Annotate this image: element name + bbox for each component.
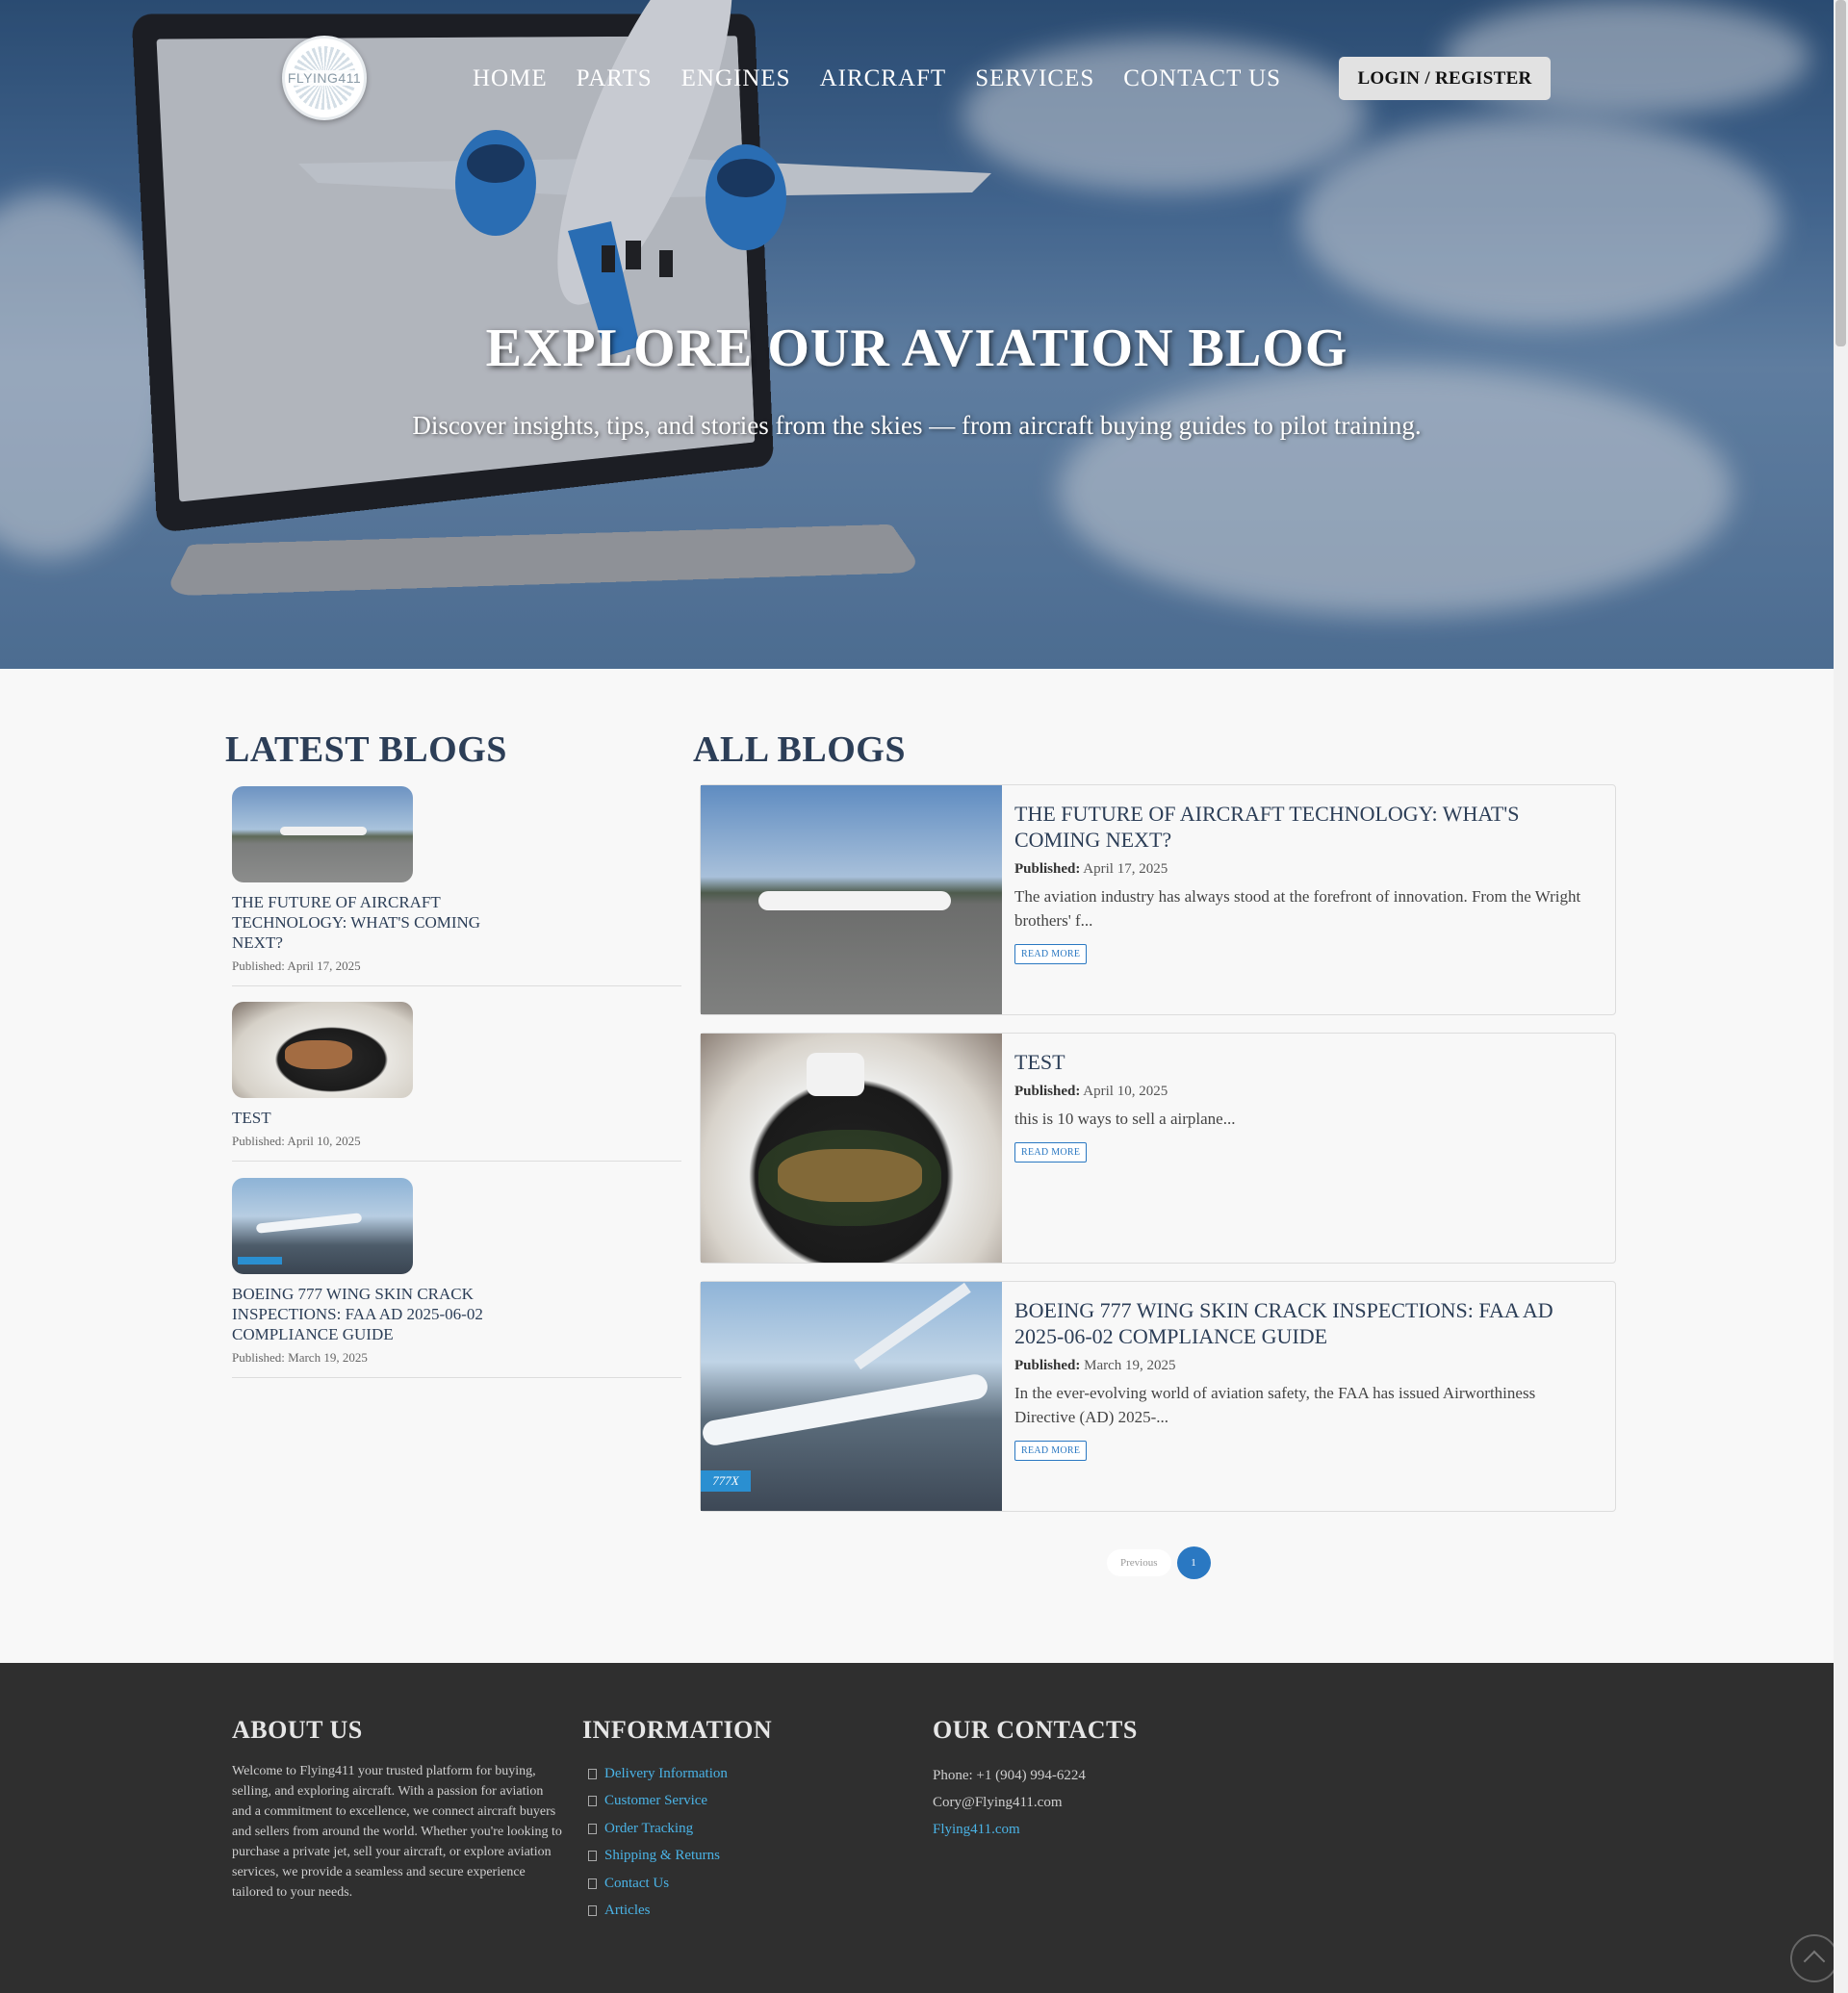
footer-link-articles[interactable]: Articles	[588, 1898, 728, 1926]
page-scrollbar[interactable]	[1834, 0, 1848, 1993]
footer-about-text: Welcome to Flying411 your trusted platfo…	[232, 1764, 562, 1900]
blog-card: 777X BOEING 777 WING SKIN CRACK INSPECTI…	[700, 1281, 1616, 1512]
blog-card-image[interactable]	[701, 785, 1002, 1014]
blog-card-title[interactable]: THE FUTURE OF AIRCRAFT TECHNOLOGY: WHAT'…	[1014, 801, 1596, 853]
blog-card-title[interactable]: TEST	[1014, 1049, 1596, 1075]
nav-home[interactable]: HOME	[473, 65, 548, 92]
nav-contact-us[interactable]: CONTACT US	[1123, 65, 1281, 92]
latest-blog-date: Published: April 10, 2025	[232, 1134, 361, 1148]
aircraft-badge: 777X	[701, 1470, 751, 1492]
footer-about-heading: ABOUT US	[232, 1716, 363, 1744]
footer-information-heading: INFORMATION	[582, 1716, 773, 1744]
latest-blog-title[interactable]: TEST	[232, 1108, 521, 1128]
blog-card: THE FUTURE OF AIRCRAFT TECHNOLOGY: WHAT'…	[700, 784, 1616, 1015]
latest-blog-title[interactable]: BOEING 777 WING SKIN CRACK INSPECTIONS: …	[232, 1284, 521, 1344]
nav-services[interactable]: SERVICES	[975, 65, 1094, 92]
blog-card-excerpt: In the ever-evolving world of aviation s…	[1014, 1384, 1536, 1426]
latest-blogs-heading: LATEST BLOGS	[225, 729, 507, 770]
footer-contacts: Phone: +1 (904) 994-6224 Cory@Flying411.…	[933, 1762, 1086, 1843]
footer-information-links: Delivery Information Customer Service Or…	[588, 1760, 728, 1925]
footer-link-customer-service[interactable]: Customer Service	[588, 1788, 728, 1816]
page-number-button[interactable]: 1	[1176, 1546, 1211, 1579]
blog-card-date: Published: April 10, 2025	[1014, 1084, 1168, 1099]
main-nav: HOME PARTS ENGINES AIRCRAFT SERVICES CON…	[473, 65, 1310, 92]
latest-blog-thumbnail[interactable]	[232, 1002, 413, 1098]
read-more-button[interactable]: READ MORE	[1014, 1441, 1088, 1461]
footer-link-contact-us[interactable]: Contact Us	[588, 1870, 728, 1898]
logo-text: FLYING411	[285, 70, 364, 86]
contact-email: Cory@Flying411.com	[933, 1794, 1063, 1810]
hero-title: EXPLORE OUR AVIATION BLOG	[485, 319, 1348, 378]
blog-card-date: Published: April 17, 2025	[1014, 861, 1168, 877]
latest-blog-title[interactable]: THE FUTURE OF AIRCRAFT TECHNOLOGY: WHAT'…	[232, 892, 521, 953]
link-bullet-icon	[588, 1878, 597, 1889]
blog-card-title[interactable]: BOEING 777 WING SKIN CRACK INSPECTIONS: …	[1014, 1297, 1596, 1349]
blog-card-excerpt: this is 10 ways to sell a airplane...	[1014, 1110, 1236, 1128]
link-bullet-icon	[588, 1796, 597, 1807]
blog-card-date: Published: March 19, 2025	[1014, 1358, 1176, 1373]
latest-blog-thumbnail[interactable]	[232, 786, 413, 882]
footer-link-shipping-returns[interactable]: Shipping & Returns	[588, 1843, 728, 1871]
pagination: Previous 1	[1107, 1546, 1211, 1579]
read-more-button[interactable]: READ MORE	[1014, 1142, 1088, 1163]
latest-blog-date: Published: April 17, 2025	[232, 958, 361, 973]
blog-card-excerpt: The aviation industry has always stood a…	[1014, 887, 1581, 930]
latest-blog-item[interactable]: THE FUTURE OF AIRCRAFT TECHNOLOGY: WHAT'…	[232, 786, 681, 986]
hero-banner: EXPLORE OUR AVIATION BLOG Discover insig…	[0, 0, 1834, 669]
footer-link-order-tracking[interactable]: Order Tracking	[588, 1815, 728, 1843]
previous-page-button[interactable]: Previous	[1107, 1549, 1171, 1576]
latest-blog-thumbnail[interactable]	[232, 1178, 413, 1274]
login-register-button[interactable]: LOGIN / REGISTER	[1339, 57, 1551, 100]
scrollbar-thumb[interactable]	[1835, 0, 1846, 346]
blog-card-image[interactable]	[701, 1034, 1002, 1263]
hero-subtitle: Discover insights, tips, and stories fro…	[412, 411, 1422, 440]
read-more-button[interactable]: READ MORE	[1014, 944, 1088, 964]
nav-parts[interactable]: PARTS	[577, 65, 653, 92]
nav-aircraft[interactable]: AIRCRAFT	[820, 65, 947, 92]
footer-contacts-heading: OUR CONTACTS	[933, 1716, 1138, 1744]
link-bullet-icon	[588, 1851, 597, 1862]
all-blogs-heading: ALL BLOGS	[693, 729, 906, 770]
site-logo[interactable]: FLYING411	[282, 36, 367, 120]
contact-website-link[interactable]: Flying411.com	[933, 1816, 1086, 1843]
blog-card-image[interactable]: 777X	[701, 1282, 1002, 1511]
latest-blog-item[interactable]: BOEING 777 WING SKIN CRACK INSPECTIONS: …	[232, 1178, 681, 1378]
nav-engines[interactable]: ENGINES	[681, 65, 791, 92]
link-bullet-icon	[588, 1905, 597, 1917]
latest-blog-item[interactable]: TEST Published: April 10, 2025	[232, 1002, 681, 1162]
link-bullet-icon	[588, 1768, 597, 1779]
link-bullet-icon	[588, 1823, 597, 1834]
footer-link-delivery[interactable]: Delivery Information	[588, 1760, 728, 1788]
latest-blog-date: Published: March 19, 2025	[232, 1350, 368, 1365]
site-footer: ABOUT US Welcome to Flying411 your trust…	[0, 1663, 1834, 1993]
scroll-to-top-icon[interactable]	[1790, 1934, 1838, 1982]
contact-phone: Phone: +1 (904) 994-6224	[933, 1767, 1086, 1783]
blog-card: TEST Published: April 10, 2025 this is 1…	[700, 1033, 1616, 1264]
